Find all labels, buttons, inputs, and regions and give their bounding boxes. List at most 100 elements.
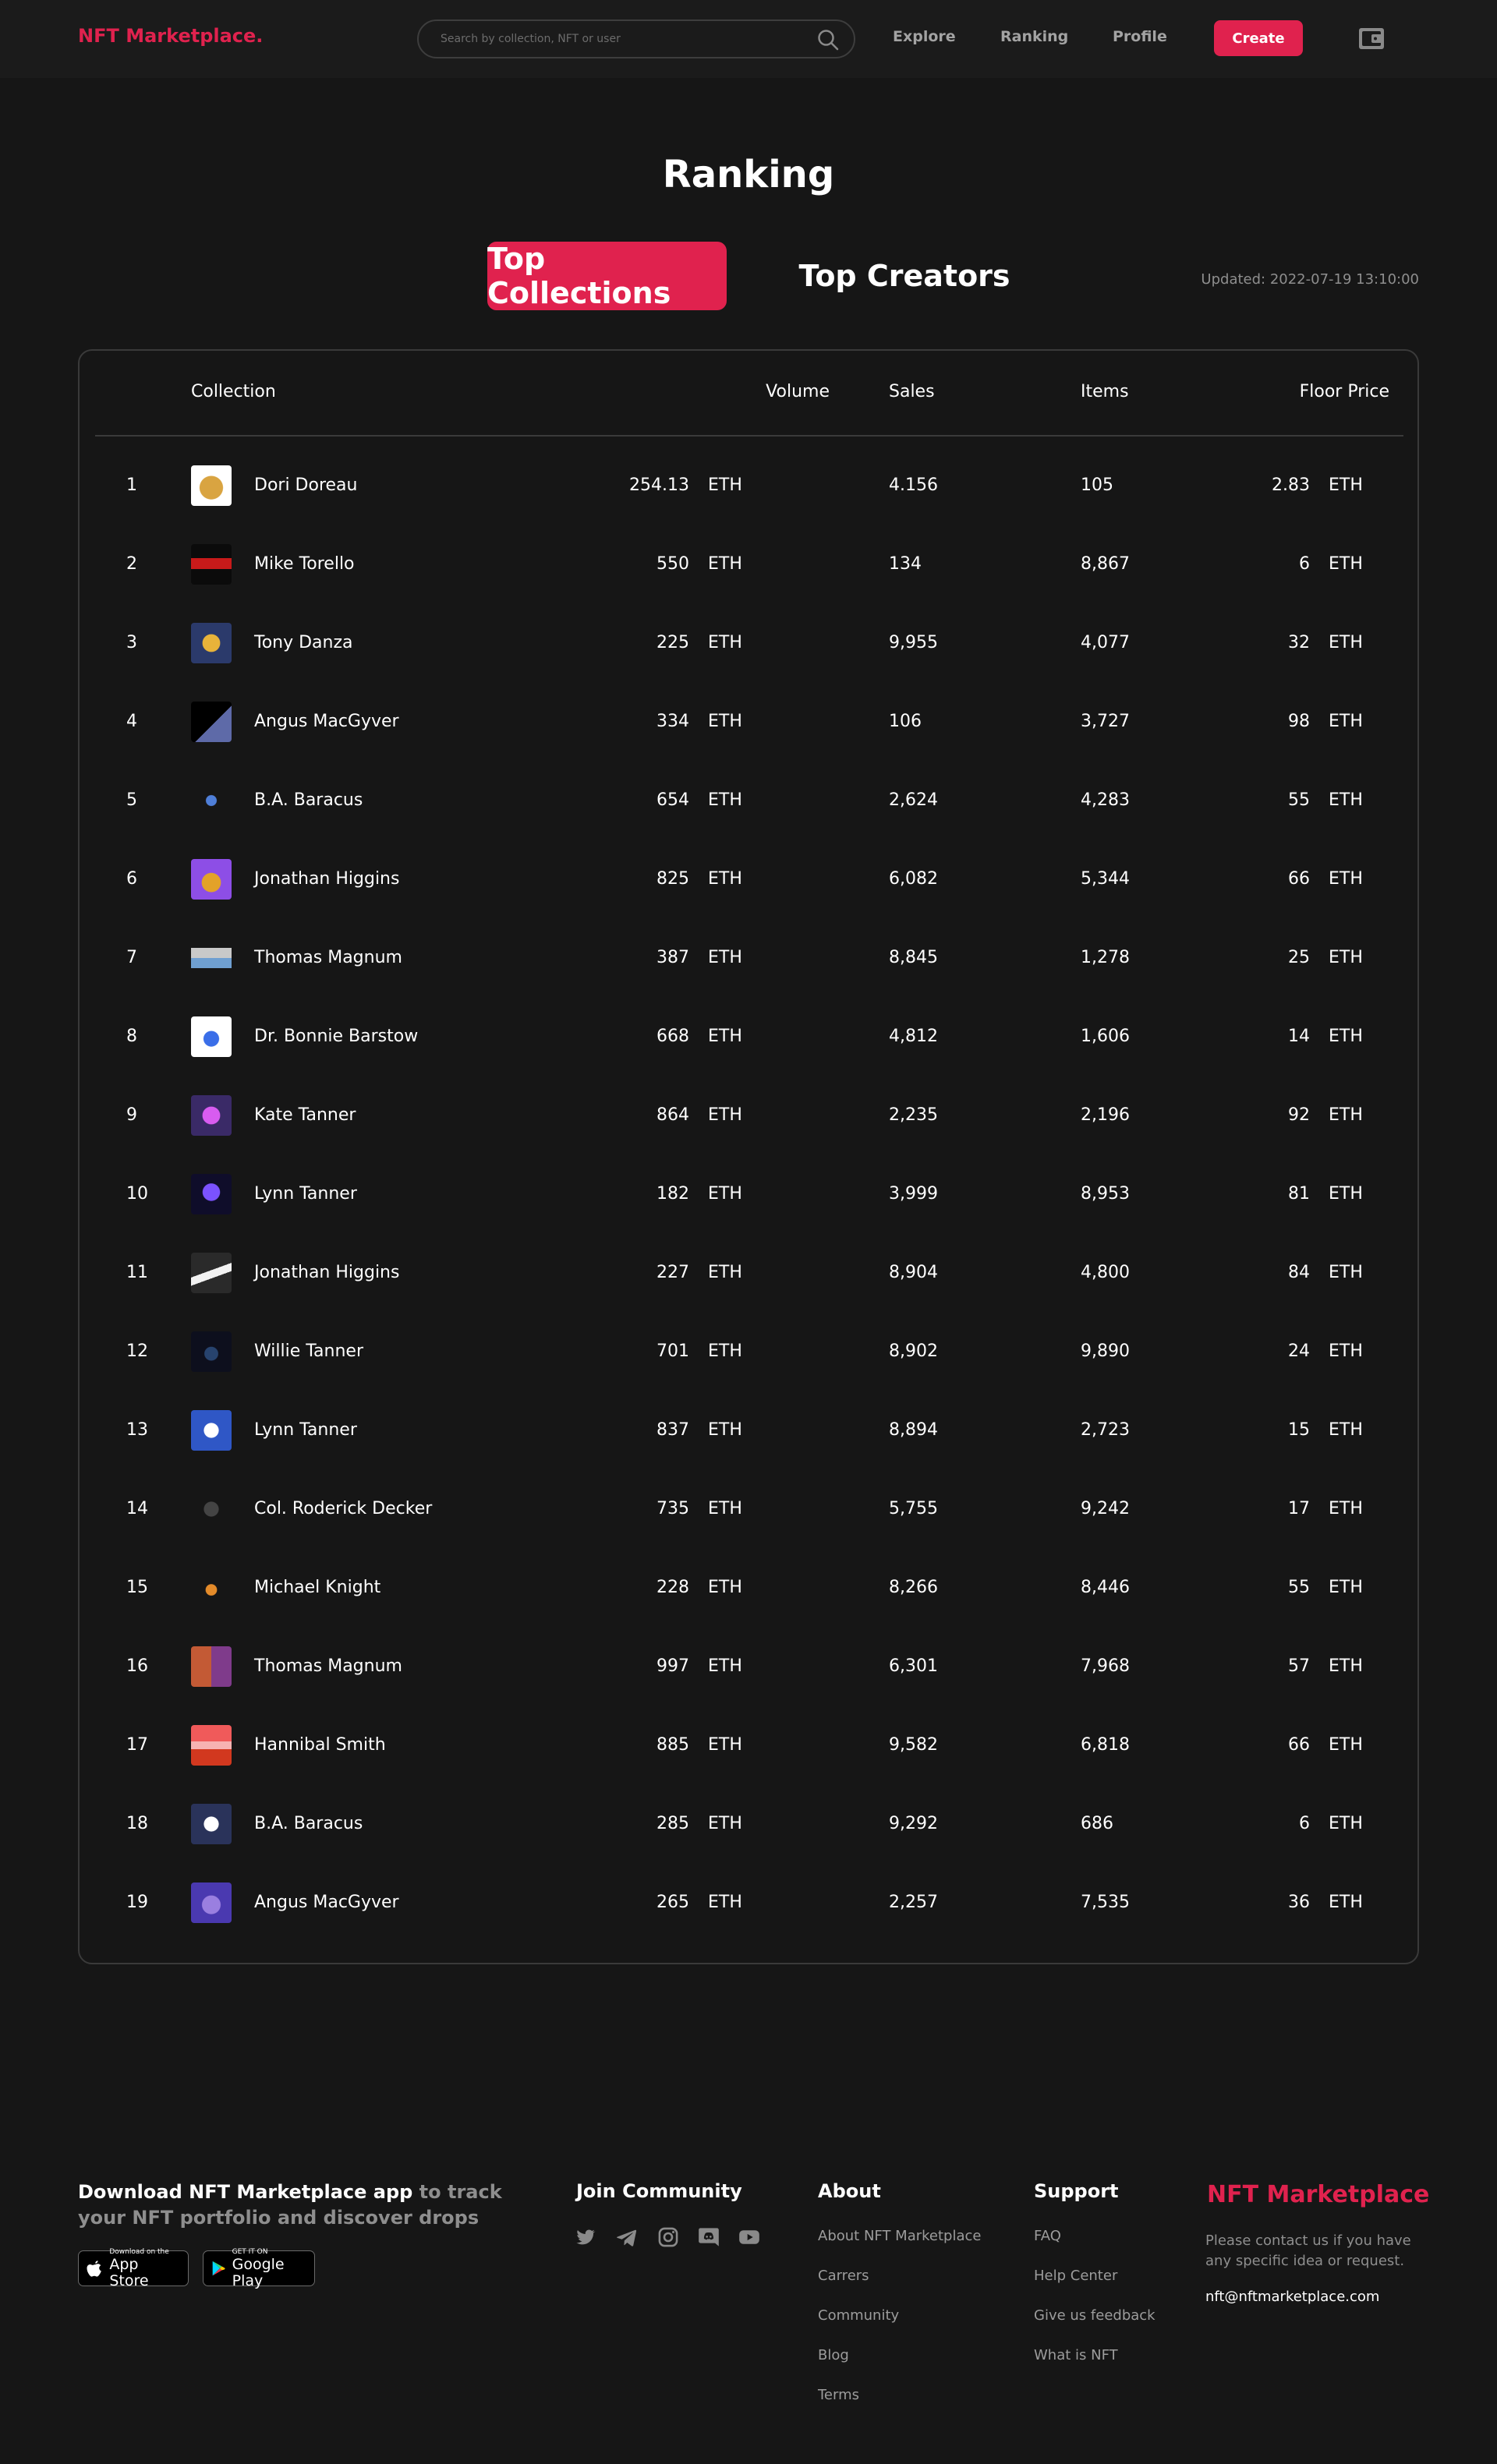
footer-link-faq[interactable]: FAQ [1034, 2228, 1061, 2244]
table-row[interactable]: 15 Michael Knight 228 ETH 8,266 8,446 55 ETH [80, 1549, 1417, 1627]
collection-thumbnail[interactable] [191, 465, 232, 506]
collection-name[interactable]: Jonathan Higgins [254, 1234, 399, 1312]
collection-thumbnail[interactable] [191, 1174, 232, 1214]
google-play-button[interactable]: GET IT ON Google Play [203, 2247, 315, 2289]
column-header-floor-price[interactable]: Floor Price [1218, 382, 1389, 401]
footer-link-careers[interactable]: Carrers [818, 2268, 869, 2284]
collection-thumbnail[interactable] [191, 1725, 232, 1766]
floor-price-unit: ETH [1329, 1027, 1363, 1046]
items-value: 8,867 [1081, 554, 1130, 574]
table-row[interactable]: 17 Hannibal Smith 885 ETH 9,582 6,818 66 ETH [80, 1706, 1417, 1784]
column-header-volume[interactable]: Volume [641, 382, 830, 401]
collection-name[interactable]: Dr. Bonnie Barstow [254, 998, 418, 1076]
table-row[interactable]: 2 Mike Torello 550 ETH 134 8,867 6 ETH [80, 525, 1417, 603]
instagram-icon[interactable] [657, 2226, 679, 2248]
table-row[interactable]: 14 Col. Roderick Decker 735 ETH 5,755 9,242 17… [80, 1470, 1417, 1548]
collection-thumbnail[interactable] [191, 1804, 232, 1844]
collection-thumbnail[interactable] [191, 1253, 232, 1293]
collection-name[interactable]: Lynn Tanner [254, 1391, 357, 1469]
collection-name[interactable]: B.A. Baracus [254, 762, 363, 840]
collection-name[interactable]: Dori Doreau [254, 447, 357, 525]
discord-icon[interactable] [698, 2226, 720, 2248]
volume-unit: ETH [708, 1893, 742, 1912]
google-play-small: GET IT ON [232, 2247, 268, 2256]
collection-thumbnail[interactable] [191, 859, 232, 900]
table-row[interactable]: 5 B.A. Baracus 654 ETH 2,624 4,283 55 ETH [80, 762, 1417, 840]
table-row[interactable]: 6 Jonathan Higgins 825 ETH 6,082 5,344 66 ETH [80, 840, 1417, 918]
footer-link-terms[interactable]: Terms [818, 2387, 859, 2403]
collection-name[interactable]: Col. Roderick Decker [254, 1470, 432, 1548]
twitter-icon[interactable] [575, 2226, 596, 2248]
volume-value: 825 [656, 869, 689, 889]
table-row[interactable]: 1 Dori Doreau 254.13 ETH 4.156 105 2.83 ETH [80, 447, 1417, 525]
nav-explore[interactable]: Explore [893, 28, 956, 45]
collection-thumbnail[interactable] [191, 780, 232, 821]
collection-name[interactable]: Tony Danza [254, 604, 353, 682]
collection-thumbnail[interactable] [191, 938, 232, 978]
tab-top-collections[interactable]: Top Collections [487, 242, 727, 310]
footer-link-about[interactable]: About NFT Marketplace [818, 2228, 981, 2244]
collection-name[interactable]: Angus MacGyver [254, 683, 399, 761]
youtube-icon[interactable] [738, 2226, 760, 2248]
column-header-collection[interactable]: Collection [191, 382, 276, 401]
collection-name[interactable]: Thomas Magnum [254, 1628, 402, 1706]
collection-name[interactable]: Angus MacGyver [254, 1864, 399, 1942]
nav-ranking[interactable]: Ranking [1000, 28, 1068, 45]
footer-email-link[interactable]: nft@nftmarketplace.com [1205, 2289, 1379, 2305]
table-row[interactable]: 18 B.A. Baracus 285 ETH 9,292 686 6 ETH [80, 1785, 1417, 1863]
collection-thumbnail[interactable] [191, 1489, 232, 1529]
search-box[interactable] [417, 19, 855, 58]
table-row[interactable]: 8 Dr. Bonnie Barstow 668 ETH 4,812 1,606 14 ETH [80, 998, 1417, 1076]
collection-thumbnail[interactable] [191, 623, 232, 663]
collection-thumbnail[interactable] [191, 702, 232, 742]
collection-name[interactable]: Jonathan Higgins [254, 840, 399, 918]
footer-link-blog[interactable]: Blog [818, 2347, 849, 2363]
footer-link-community[interactable]: Community [818, 2307, 899, 2324]
collection-name[interactable]: Willie Tanner [254, 1313, 363, 1391]
collection-name[interactable]: Hannibal Smith [254, 1706, 386, 1784]
collection-name[interactable]: Thomas Magnum [254, 919, 402, 997]
wallet-icon[interactable] [1358, 26, 1385, 51]
collection-thumbnail[interactable] [191, 1410, 232, 1451]
nav-profile[interactable]: Profile [1113, 28, 1167, 45]
table-row[interactable]: 10 Lynn Tanner 182 ETH 3,999 8,953 81 ETH [80, 1155, 1417, 1233]
table-row[interactable]: 19 Angus MacGyver 265 ETH 2,257 7,535 36 ETH [80, 1864, 1417, 1942]
collection-thumbnail[interactable] [191, 1568, 232, 1608]
footer-link-feedback[interactable]: Give us feedback [1034, 2307, 1155, 2324]
collection-thumbnail[interactable] [191, 1646, 232, 1687]
column-header-items[interactable]: Items [1081, 382, 1129, 401]
table-row[interactable]: 12 Willie Tanner 701 ETH 8,902 9,890 24 ETH [80, 1313, 1417, 1391]
collection-name[interactable]: Lynn Tanner [254, 1155, 357, 1233]
floor-price-unit: ETH [1329, 1420, 1363, 1440]
table-row[interactable]: 7 Thomas Magnum 387 ETH 8,845 1,278 25 ETH [80, 919, 1417, 997]
search-icon[interactable] [816, 28, 840, 51]
app-store-button[interactable]: Download on the App Store [78, 2248, 189, 2289]
collection-name[interactable]: B.A. Baracus [254, 1785, 363, 1863]
collection-name[interactable]: Kate Tanner [254, 1076, 356, 1154]
tab-top-creators[interactable]: Top Creators [795, 242, 1014, 310]
table-row[interactable]: 11 Jonathan Higgins 227 ETH 8,904 4,800 84 ETH [80, 1234, 1417, 1312]
collection-thumbnail[interactable] [191, 1095, 232, 1136]
column-header-sales[interactable]: Sales [889, 382, 935, 401]
volume-unit: ETH [708, 475, 742, 495]
collection-thumbnail[interactable] [191, 1331, 232, 1372]
footer-brand[interactable]: NFT Marketplace [1207, 2181, 1429, 2208]
table-row[interactable]: 4 Angus MacGyver 334 ETH 106 3,727 98 ETH [80, 683, 1417, 761]
telegram-icon[interactable] [616, 2226, 638, 2248]
floor-price-value: 25 [1288, 948, 1310, 967]
collection-thumbnail[interactable] [191, 1882, 232, 1923]
footer-link-help-center[interactable]: Help Center [1034, 2268, 1117, 2284]
table-row[interactable]: 13 Lynn Tanner 837 ETH 8,894 2,723 15 ETH [80, 1391, 1417, 1469]
collection-thumbnail[interactable] [191, 1016, 232, 1057]
floor-price-value: 57 [1288, 1656, 1310, 1676]
create-button[interactable]: Create [1214, 20, 1303, 56]
collection-name[interactable]: Michael Knight [254, 1549, 380, 1627]
brand-logo[interactable]: NFT Marketplace. [78, 25, 263, 47]
table-row[interactable]: 9 Kate Tanner 864 ETH 2,235 2,196 92 ETH [80, 1076, 1417, 1154]
collection-name[interactable]: Mike Torello [254, 525, 355, 603]
collection-thumbnail[interactable] [191, 544, 232, 585]
search-input[interactable] [441, 21, 807, 57]
table-row[interactable]: 3 Tony Danza 225 ETH 9,955 4,077 32 ETH [80, 604, 1417, 682]
table-row[interactable]: 16 Thomas Magnum 997 ETH 6,301 7,968 57 ETH [80, 1628, 1417, 1706]
footer-link-what-is-nft[interactable]: What is NFT [1034, 2347, 1118, 2363]
